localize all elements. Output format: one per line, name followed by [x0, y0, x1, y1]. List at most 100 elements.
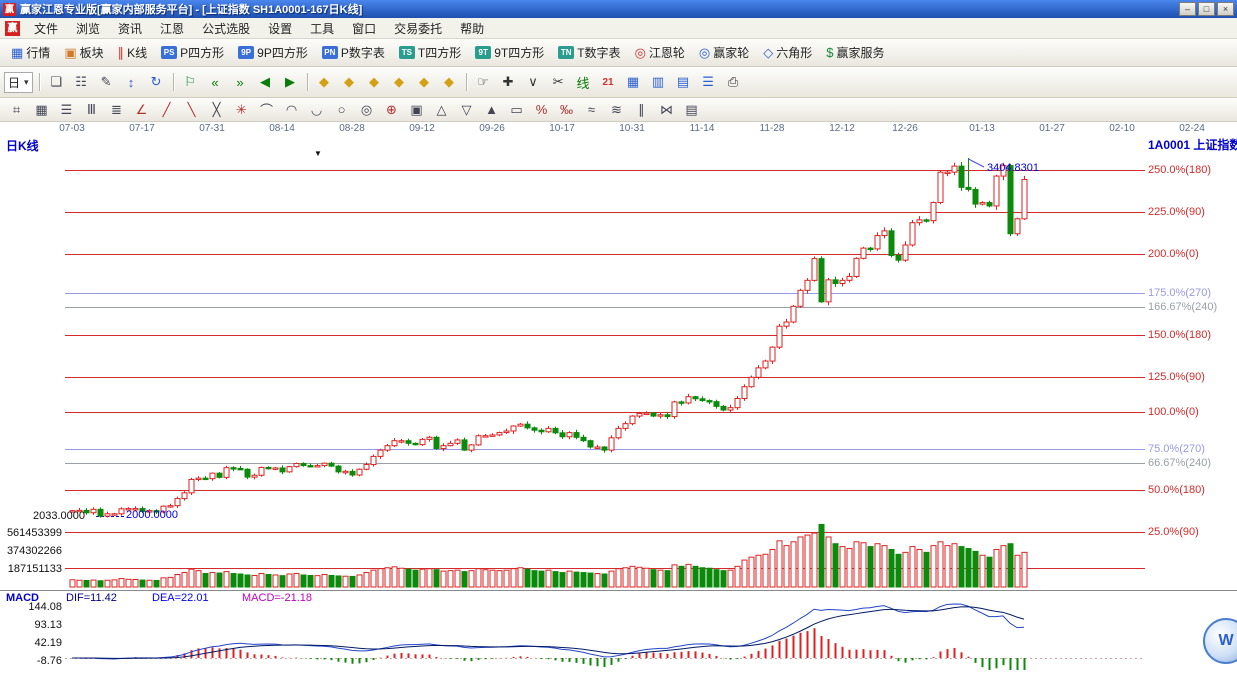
sort-updown-button[interactable]: ↕ [120, 72, 143, 92]
menu-browse[interactable]: 浏览 [67, 18, 109, 39]
next-bar-button[interactable]: ▶ [279, 72, 302, 92]
date-tick-07-17: 07-17 [124, 123, 160, 134]
menu-trade-order[interactable]: 交易委托 [385, 18, 451, 39]
angle-tool-button[interactable]: ∠ [130, 100, 153, 120]
macd-header: MACD DIF=11.42 DEA=22.01 MACD=-21.18 [0, 590, 1237, 603]
gann-fan-up-tool-button[interactable]: ╱ [155, 100, 178, 120]
scissors-button[interactable]: ✂ [547, 72, 570, 92]
kline-button[interactable]: ∥K线 [111, 41, 155, 64]
app-window: { "window": { "logo_text": "赢", "title":… [0, 0, 1237, 673]
refresh-button[interactable]: ↻ [145, 72, 168, 92]
zigzag-tool-button[interactable]: ≋ [605, 100, 628, 120]
crosshair-button[interactable]: ✚ [497, 72, 520, 92]
macd-dea-line [72, 607, 1024, 659]
permille-tool-button[interactable]: ‰ [555, 100, 578, 120]
menu-news[interactable]: 资讯 [109, 18, 151, 39]
flag-marker-button[interactable]: ⚐ [179, 72, 202, 92]
hexagon-button[interactable]: ◇六角形 [756, 41, 819, 64]
gann-diamond-1-button[interactable]: ◆ [313, 72, 336, 92]
gann-diamond-3-button[interactable]: ◆ [363, 72, 386, 92]
menu-window[interactable]: 窗口 [343, 18, 385, 39]
menu-tools[interactable]: 工具 [301, 18, 343, 39]
9t-square-button[interactable]: 9T9T四方形 [468, 41, 551, 64]
prev-bar-button[interactable]: ◀ [254, 72, 277, 92]
menu-help[interactable]: 帮助 [451, 18, 493, 39]
gann-diamond-2-button[interactable]: ◆ [338, 72, 361, 92]
annotate-button[interactable]: ✎ [95, 72, 118, 92]
gann-wheel-button[interactable]: ◎江恩轮 [628, 41, 692, 64]
lower-arc-tool-button[interactable]: ◡ [305, 100, 328, 120]
upper-arc-tool-button[interactable]: ◠ [280, 100, 303, 120]
circle-tool-button[interactable]: ○ [330, 100, 353, 120]
line-tool-button[interactable]: 线 [572, 72, 595, 92]
tool-21-button[interactable]: 21 [597, 72, 620, 92]
regression-tool-button[interactable]: ⋈ [655, 100, 678, 120]
toolbar-separator [466, 73, 467, 91]
last-page-button[interactable]: » [229, 72, 252, 92]
page-view-button[interactable]: ▤ [672, 72, 695, 92]
inverted-triangle-tool-button[interactable]: ▽ [455, 100, 478, 120]
hexagon-label: 六角形 [776, 44, 812, 61]
wave-tool-button[interactable]: ≈ [580, 100, 603, 120]
square-spiral-tool-button[interactable]: ▣ [405, 100, 428, 120]
macd-chart[interactable] [0, 603, 1237, 671]
ruler-tool-button[interactable]: ▤ [680, 100, 703, 120]
sectors-button[interactable]: ▣板块 [57, 41, 110, 64]
print-button[interactable]: ⎙ [722, 72, 745, 92]
gann-level-label-11: 25.0%(90) [1148, 526, 1199, 538]
arc-tool-button[interactable]: ⌒ [255, 100, 278, 120]
t-number-table-button[interactable]: TNT数字表 [551, 41, 627, 64]
9p-square-button[interactable]: 9P9P四方形 [231, 41, 315, 64]
window-style-button[interactable]: ❏ [45, 72, 68, 92]
triangle-tool-button[interactable]: △ [430, 100, 453, 120]
p-number-table-button[interactable]: PNP数字表 [315, 41, 392, 64]
winner-service-button[interactable]: $赢家服务 [819, 41, 891, 64]
gann-diamond-5-button[interactable]: ◆ [413, 72, 436, 92]
date-tick-02-24: 02-24 [1174, 123, 1210, 134]
peak-valley-button[interactable]: ∨ [522, 72, 545, 92]
gann-diamond-4-button[interactable]: ◆ [388, 72, 411, 92]
volume-bars [70, 524, 1027, 587]
board-view-button[interactable]: ▦ [622, 72, 645, 92]
panel-view-button[interactable]: ▥ [647, 72, 670, 92]
gann-level-label-10: 50.0%(180) [1148, 484, 1205, 496]
main-toolbar: ▦行情▣板块∥K线PSP四方形9P9P四方形PNP数字表TST四方形9T9T四方… [0, 39, 1237, 67]
gann-fan-down-tool-button[interactable]: ╲ [180, 100, 203, 120]
window-title: 赢家江恩专业版[赢家内部服务平台] - [上证指数 SH1A0001-167日K… [20, 1, 362, 17]
p-square-icon: PS [161, 46, 177, 59]
octave-lines-tool-button[interactable]: ≣ [105, 100, 128, 120]
menu-formula-stock-picker[interactable]: 公式选股 [193, 18, 259, 39]
kline-chart[interactable] [0, 136, 1237, 590]
p-square-button[interactable]: PSP四方形 [154, 41, 231, 64]
menu-gann[interactable]: 江恩 [151, 18, 193, 39]
date-tick-09-12: 09-12 [404, 123, 440, 134]
concentric-circle-tool-button[interactable]: ◎ [355, 100, 378, 120]
vertical-lines-tool-button[interactable]: Ⅲ [80, 100, 103, 120]
quotes-button[interactable]: ▦行情 [4, 41, 57, 64]
gann-grid-tool-button[interactable]: ⌗ [5, 100, 28, 120]
peak-price-label: 3404.8301 [987, 162, 1039, 174]
solid-triangle-tool-button[interactable]: ▲ [480, 100, 503, 120]
cycle-tool-button[interactable]: ⊕ [380, 100, 403, 120]
first-page-button[interactable]: « [204, 72, 227, 92]
horizontal-lines-tool-button[interactable]: ☰ [55, 100, 78, 120]
cross-lines-tool-button[interactable]: ╳ [205, 100, 228, 120]
menu-file[interactable]: 文件 [25, 18, 67, 39]
gann-box-tool-button[interactable]: ▦ [30, 100, 53, 120]
minimize-button[interactable]: – [1179, 2, 1196, 16]
maximize-button[interactable]: □ [1198, 2, 1215, 16]
t-square-button[interactable]: TST四方形 [392, 41, 468, 64]
pan-hand-button[interactable]: ☞ [472, 72, 495, 92]
channel-tool-button[interactable]: ∥ [630, 100, 653, 120]
list-view-button[interactable]: ☷ [70, 72, 93, 92]
rectangle-tool-button[interactable]: ▭ [505, 100, 528, 120]
period-selector[interactable]: 日 ▾ [4, 72, 33, 93]
winner-wheel-button[interactable]: ◎赢家轮 [692, 41, 756, 64]
percent-tool-button[interactable]: % [530, 100, 553, 120]
menu-bar: 赢 文件浏览资讯江恩公式选股设置工具窗口交易委托帮助 [0, 18, 1237, 39]
menu-settings[interactable]: 设置 [259, 18, 301, 39]
close-button[interactable]: × [1217, 2, 1234, 16]
rows-view-button[interactable]: ☰ [697, 72, 720, 92]
gann-diamond-6-button[interactable]: ◆ [438, 72, 461, 92]
star-lines-tool-button[interactable]: ✳ [230, 100, 253, 120]
